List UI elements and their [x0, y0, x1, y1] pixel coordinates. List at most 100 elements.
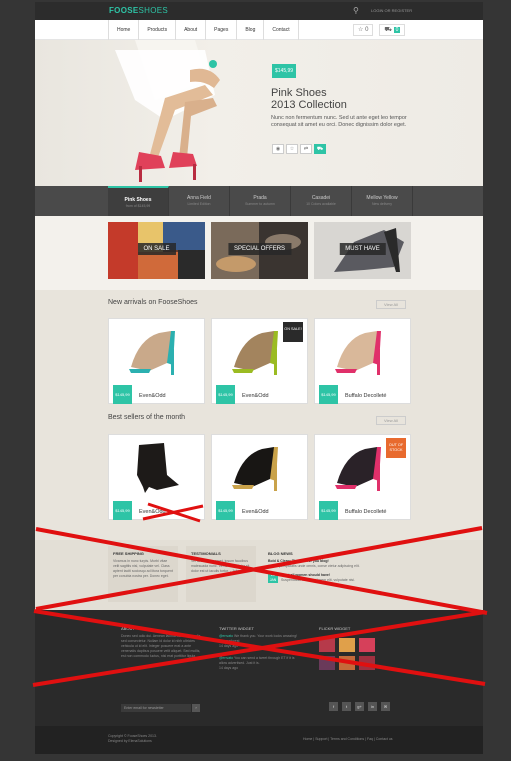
cart-button[interactable]: ⛟ 0: [379, 24, 406, 36]
slider-tab-title: Casadei: [311, 195, 331, 201]
slider-tab-sub: New delivery: [371, 202, 393, 206]
promo-label: SPECIAL OFFERS: [227, 243, 292, 255]
login-link[interactable]: LOGIN OR REGISTER: [371, 8, 412, 13]
product-card[interactable]: $145,99 Buffalo Decolleté: [314, 318, 411, 404]
google-plus-icon[interactable]: g+: [355, 702, 364, 711]
shipping-box: FREE SHIPPING Vivamus in nunc turpis. Mo…: [108, 546, 178, 602]
flickr-thumb[interactable]: [339, 638, 355, 652]
flickr-thumb[interactable]: [319, 638, 335, 652]
cart-icon: ⛟: [384, 27, 392, 33]
product-name[interactable]: Even&Odd: [139, 509, 166, 515]
hero-price-tag: $145,99: [272, 64, 297, 78]
blog-post-text: Suspendisse in nisi vel lorem elit, vulp…: [281, 578, 355, 582]
star-icon[interactable]: ☆: [286, 144, 298, 154]
nav-item-about[interactable]: About: [175, 20, 205, 40]
blog-date-day: 26: [271, 573, 275, 577]
slider-tab[interactable]: Prada Summer to autumn: [230, 186, 291, 216]
product-price: $145,99: [319, 501, 338, 520]
product-card[interactable]: $145,99 Even&Odd: [108, 318, 205, 404]
slider-tab-title: Pink Shoes: [124, 197, 152, 203]
view-all-button[interactable]: View All: [376, 416, 406, 425]
info-section: FREE SHIPPING Vivamus in nunc turpis. Mo…: [35, 540, 483, 610]
logo-main: FOOSE: [109, 6, 139, 15]
newsletter-input[interactable]: Enter email for newsletter: [121, 704, 191, 712]
slider-tab-title: Mellow Yellow: [366, 195, 398, 201]
product-card[interactable]: $145,99 Even&Odd: [211, 434, 308, 520]
testimonials-title: TESTIMONIALS: [191, 551, 221, 556]
nav-item-blog[interactable]: Blog: [236, 20, 263, 40]
flickr-thumb[interactable]: [359, 656, 375, 670]
twitter-title: TWITTER WIDGET: [219, 626, 254, 631]
testimonials-box: TESTIMONIALS Vel lorem vitae amet, ipsum…: [186, 546, 256, 602]
promo-must-have[interactable]: MUST HAVE: [314, 222, 411, 279]
product-name[interactable]: Even&Odd: [242, 393, 269, 399]
nav-item-pages[interactable]: Pages: [205, 20, 236, 40]
flickr-thumb[interactable]: [359, 638, 375, 652]
flickr-title: FLICKR WIDGET: [319, 626, 351, 631]
footer: ABOUT Donec sed odio dui. Aenean lacinia…: [35, 610, 483, 726]
blog-date: 26 JAN: [268, 573, 278, 583]
copyright: Copyright © FooseShoes 2013. Designed by …: [108, 734, 157, 744]
linkedin-icon[interactable]: in: [368, 702, 377, 711]
tweet-user[interactable]: @envato: [219, 634, 233, 638]
logo-sub: SHOES: [138, 6, 169, 15]
twitter-icon[interactable]: t: [342, 702, 351, 711]
product-price: $145,99: [216, 385, 235, 404]
product-name[interactable]: Even&Odd: [242, 509, 269, 515]
bottom-bar: Copyright © FooseShoes 2013. Designed by …: [35, 726, 483, 754]
nav-item-home[interactable]: Home: [108, 20, 138, 40]
product-image[interactable]: [109, 435, 206, 501]
wishlist-count: 0: [365, 27, 369, 33]
hero-actions: ◉ ☆ ⇄ ⛟: [272, 144, 326, 154]
product-price: $145,99: [319, 385, 338, 404]
flickr-thumb[interactable]: [339, 656, 355, 670]
tweet-time: 14 days ago: [219, 644, 239, 648]
nav-item-contact[interactable]: Contact: [263, 20, 299, 40]
footer-about-text: Donec sed odio dui. Aenean lacinia biben…: [121, 634, 201, 658]
copyright-line: Copyright © FooseShoes 2013.: [108, 734, 157, 738]
product-card[interactable]: $145,99 Even&Odd ON SALE!: [211, 318, 308, 404]
newsletter-submit-button[interactable]: ›: [192, 704, 200, 712]
slider-tab[interactable]: Casadei 10 Colors available: [291, 186, 352, 216]
search-icon[interactable]: ⚲: [353, 6, 359, 15]
hero-model-image: [115, 40, 220, 182]
footer-links[interactable]: Home | Support | Terms and Conditions | …: [303, 737, 393, 741]
blog-post-text: Sed ut perspiciatis unde omnis, conse ct…: [268, 564, 360, 568]
slider-tab-sub: from of $145,99: [125, 204, 151, 208]
product-badge: OUT OF STOCK: [386, 438, 406, 458]
email-icon[interactable]: ✉: [381, 702, 390, 711]
product-name[interactable]: Buffalo Decolleté: [345, 393, 386, 399]
tweet: @envato You can send a tweet through ET …: [219, 656, 301, 671]
slider-tab[interactable]: Pink Shoes from of $145,99: [108, 186, 169, 216]
promo-on-sale[interactable]: ON SALE: [108, 222, 205, 279]
topbar: FOOSESHOES ⚲ LOGIN OR REGISTER: [35, 2, 483, 20]
slider-tab[interactable]: Mellow Yellow New delivery: [352, 186, 413, 216]
tweet-user[interactable]: @envato: [219, 656, 233, 660]
compare-icon[interactable]: ⇄: [300, 144, 312, 154]
products-section: New arrivals on FooseShoes View All $145…: [35, 290, 483, 540]
shipping-text: Vivamus in nunc turpis. Morbi vitae veli…: [113, 559, 173, 578]
logo[interactable]: FOOSESHOES: [109, 6, 168, 15]
product-card[interactable]: $145,99 Even&Odd: [108, 434, 205, 520]
slider-tab[interactable]: Anna Field Limited Edition: [169, 186, 230, 216]
product-card[interactable]: $145,99 Buffalo Decolleté OUT OF STOCK: [314, 434, 411, 520]
slider-tab-sub: Summer to autumn: [245, 202, 275, 206]
footer-about-title: ABOUT: [121, 626, 135, 631]
product-image[interactable]: [109, 319, 206, 385]
cart-icon[interactable]: ⛟: [314, 144, 326, 154]
main-nav: Home Products About Pages Blog Contact ☆ 0 ⛟ …: [35, 20, 483, 40]
flickr-thumb[interactable]: [319, 656, 335, 670]
promo-label: MUST HAVE: [339, 243, 386, 255]
view-all-button[interactable]: View All: [376, 300, 406, 309]
eye-icon[interactable]: ◉: [272, 144, 284, 154]
wishlist-button[interactable]: ☆ 0: [353, 24, 374, 36]
product-name[interactable]: Buffalo Decolleté: [345, 509, 386, 515]
nav-item-products[interactable]: Products: [138, 20, 175, 40]
facebook-icon[interactable]: f: [329, 702, 338, 711]
product-name[interactable]: Even&Odd: [139, 393, 166, 399]
product-image[interactable]: [212, 435, 309, 501]
product-image[interactable]: [315, 319, 412, 385]
promo-special-offers[interactable]: SPECIAL OFFERS: [211, 222, 308, 279]
slider-tabs: Pink Shoes from of $145,99 Anna Field Limit…: [35, 186, 483, 216]
slider-tab-sub: Limited Edition: [187, 202, 211, 206]
